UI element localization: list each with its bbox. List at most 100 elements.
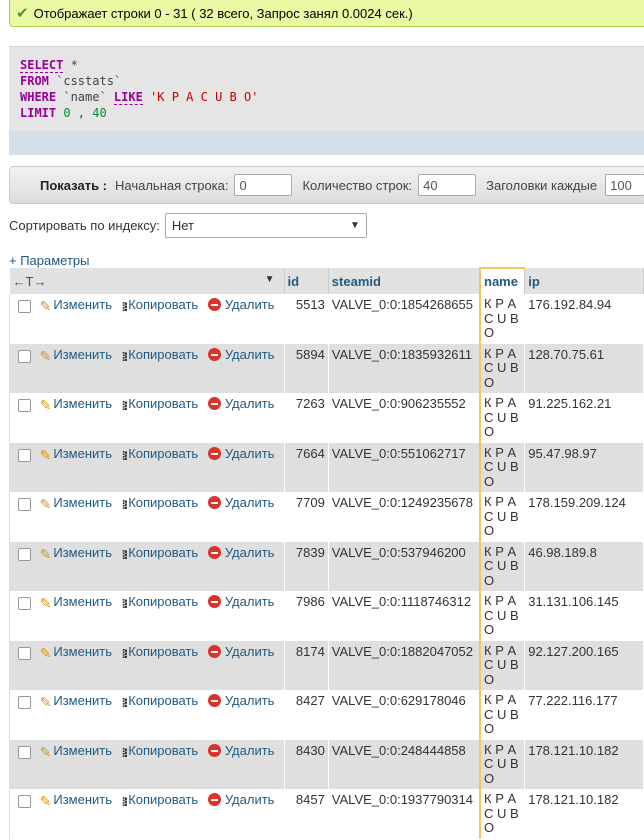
copy-link[interactable]: ⁞⁝ Копировать (122, 495, 199, 512)
row-checkbox[interactable] (18, 745, 31, 759)
row-checkbox[interactable] (18, 399, 31, 413)
cell-steamid[interactable]: VALVE_0:0:1249235678 (328, 492, 481, 542)
edit-link[interactable]: ✎ Изменить (40, 396, 112, 413)
column-header-id[interactable]: id (284, 268, 329, 294)
cell-ip[interactable]: 46.98.189.8 (524, 541, 644, 591)
cell-steamid[interactable]: VALVE_0:0:629178046 (328, 690, 481, 740)
row-checkbox[interactable] (18, 597, 31, 611)
cell-ip[interactable]: 178.159.209.124 (524, 492, 644, 542)
cell-id[interactable]: 7664 (284, 442, 329, 492)
sort-select[interactable]: Нет ▼ (164, 213, 367, 238)
edit-link[interactable]: ✎ Изменить (40, 545, 112, 562)
header-dropdown-icon[interactable]: ▼ (265, 274, 275, 285)
column-header-steamid[interactable]: steamid (328, 268, 481, 294)
sql-like-keyword[interactable]: LIKE (113, 90, 143, 105)
cell-name[interactable]: К Р А С U В О (479, 739, 526, 789)
delete-link[interactable]: Удалить (207, 594, 274, 609)
cell-id[interactable]: 5894 (284, 343, 329, 393)
delete-link[interactable]: Удалить (207, 347, 274, 362)
parameters-link[interactable]: + Параметры (9, 253, 90, 268)
cell-id[interactable]: 7709 (284, 492, 329, 542)
edit-link[interactable]: ✎ Изменить (40, 297, 112, 314)
cell-ip[interactable]: 92.127.200.165 (524, 640, 644, 690)
cell-name[interactable]: К Р А С U В О (479, 442, 526, 492)
edit-link[interactable]: ✎ Изменить (40, 743, 112, 760)
cell-ip[interactable]: 128.70.75.61 (524, 343, 644, 393)
cell-steamid[interactable]: VALVE_0:0:551062717 (328, 442, 481, 492)
cell-name[interactable]: К Р А С U В О (479, 640, 526, 690)
copy-link[interactable]: ⁞⁝ Копировать (122, 545, 199, 562)
copy-link[interactable]: ⁞⁝ Копировать (122, 297, 199, 314)
delete-link[interactable]: Удалить (207, 446, 274, 461)
cell-id[interactable]: 8457 (284, 789, 329, 839)
cell-ip[interactable]: 91.225.162.21 (524, 393, 644, 443)
column-arrows-header[interactable]: ←T→ ▼ (9, 268, 285, 294)
cell-name[interactable]: К Р А С U В О (479, 343, 526, 393)
delete-link[interactable]: Удалить (207, 297, 274, 312)
cell-name[interactable]: К Р А С U В О (479, 294, 526, 344)
cell-steamid[interactable]: VALVE_0:0:248444858 (328, 739, 481, 789)
edit-link[interactable]: ✎ Изменить (40, 347, 112, 364)
edit-link[interactable]: ✎ Изменить (40, 446, 112, 463)
row-checkbox[interactable] (18, 696, 31, 710)
delete-link[interactable]: Удалить (207, 644, 274, 659)
copy-link[interactable]: ⁞⁝ Копировать (122, 396, 199, 413)
cell-id[interactable]: 7263 (284, 393, 329, 443)
cell-name[interactable]: К Р А С U В О (479, 393, 526, 443)
headers-every-input[interactable] (605, 174, 644, 196)
cell-ip[interactable]: 31.131.106.145 (524, 591, 644, 641)
copy-link[interactable]: ⁞⁝ Копировать (122, 743, 199, 760)
row-count-input[interactable] (418, 174, 477, 196)
cell-id[interactable]: 8427 (284, 690, 329, 740)
copy-link[interactable]: ⁞⁝ Копировать (122, 693, 199, 710)
edit-link[interactable]: ✎ Изменить (40, 594, 112, 611)
edit-link[interactable]: ✎ Изменить (40, 495, 112, 512)
copy-link[interactable]: ⁞⁝ Копировать (122, 792, 199, 809)
delete-link[interactable]: Удалить (207, 792, 274, 807)
cell-id[interactable]: 7986 (284, 591, 329, 641)
copy-link[interactable]: ⁞⁝ Копировать (122, 347, 199, 364)
row-checkbox[interactable] (18, 646, 31, 660)
delete-link[interactable]: Удалить (207, 495, 274, 510)
cell-name[interactable]: К Р А С U В О (479, 789, 526, 839)
row-checkbox[interactable] (18, 498, 31, 512)
cell-ip[interactable]: 95.47.98.97 (524, 442, 644, 492)
cell-steamid[interactable]: VALVE_0:0:1937790314 (328, 789, 481, 839)
delete-link[interactable]: Удалить (207, 396, 274, 411)
cell-name[interactable]: К Р А С U В О (479, 492, 526, 542)
copy-link[interactable]: ⁞⁝ Копировать (122, 594, 199, 611)
cell-id[interactable]: 5513 (284, 294, 329, 344)
delete-link[interactable]: Удалить (207, 743, 274, 758)
cell-id[interactable]: 8430 (284, 739, 329, 789)
sql-select-keyword[interactable]: SELECT (20, 58, 64, 73)
column-header-name[interactable]: name (479, 267, 526, 294)
row-checkbox[interactable] (18, 795, 31, 809)
row-checkbox[interactable] (18, 349, 31, 363)
cell-steamid[interactable]: VALVE_0:0:1854268655 (328, 294, 481, 344)
column-header-ip[interactable]: ip (524, 268, 644, 294)
delete-link[interactable]: Удалить (207, 545, 274, 560)
edit-link[interactable]: ✎ Изменить (40, 693, 112, 710)
cell-steamid[interactable]: VALVE_0:0:537946200 (328, 541, 481, 591)
cell-ip[interactable]: 178.121.10.182 (524, 789, 644, 839)
cell-ip[interactable]: 77.222.116.177 (524, 690, 644, 740)
delete-link[interactable]: Удалить (207, 693, 274, 708)
row-checkbox[interactable] (18, 448, 31, 462)
cell-name[interactable]: К Р А С U В О (479, 541, 526, 591)
row-checkbox[interactable] (18, 300, 31, 314)
edit-link[interactable]: ✎ Изменить (40, 644, 112, 661)
cell-steamid[interactable]: VALVE_0:0:1882047052 (328, 640, 481, 690)
edit-link[interactable]: ✎ Изменить (40, 792, 112, 809)
cell-id[interactable]: 8174 (284, 640, 329, 690)
cell-id[interactable]: 7839 (284, 541, 329, 591)
cell-name[interactable]: К Р А С U В О (479, 690, 526, 740)
cell-steamid[interactable]: VALVE_0:0:1118746312 (328, 591, 481, 641)
copy-link[interactable]: ⁞⁝ Копировать (122, 644, 199, 661)
cell-ip[interactable]: 176.192.84.94 (524, 294, 644, 344)
start-row-input[interactable] (234, 174, 293, 196)
copy-link[interactable]: ⁞⁝ Копировать (122, 446, 199, 463)
cell-steamid[interactable]: VALVE_0:0:1835932611 (328, 343, 481, 393)
cell-ip[interactable]: 178.121.10.182 (524, 739, 644, 789)
column-resize-arrows-icon[interactable]: ←T→ (13, 274, 47, 289)
cell-name[interactable]: К Р А С U В О (479, 591, 526, 641)
